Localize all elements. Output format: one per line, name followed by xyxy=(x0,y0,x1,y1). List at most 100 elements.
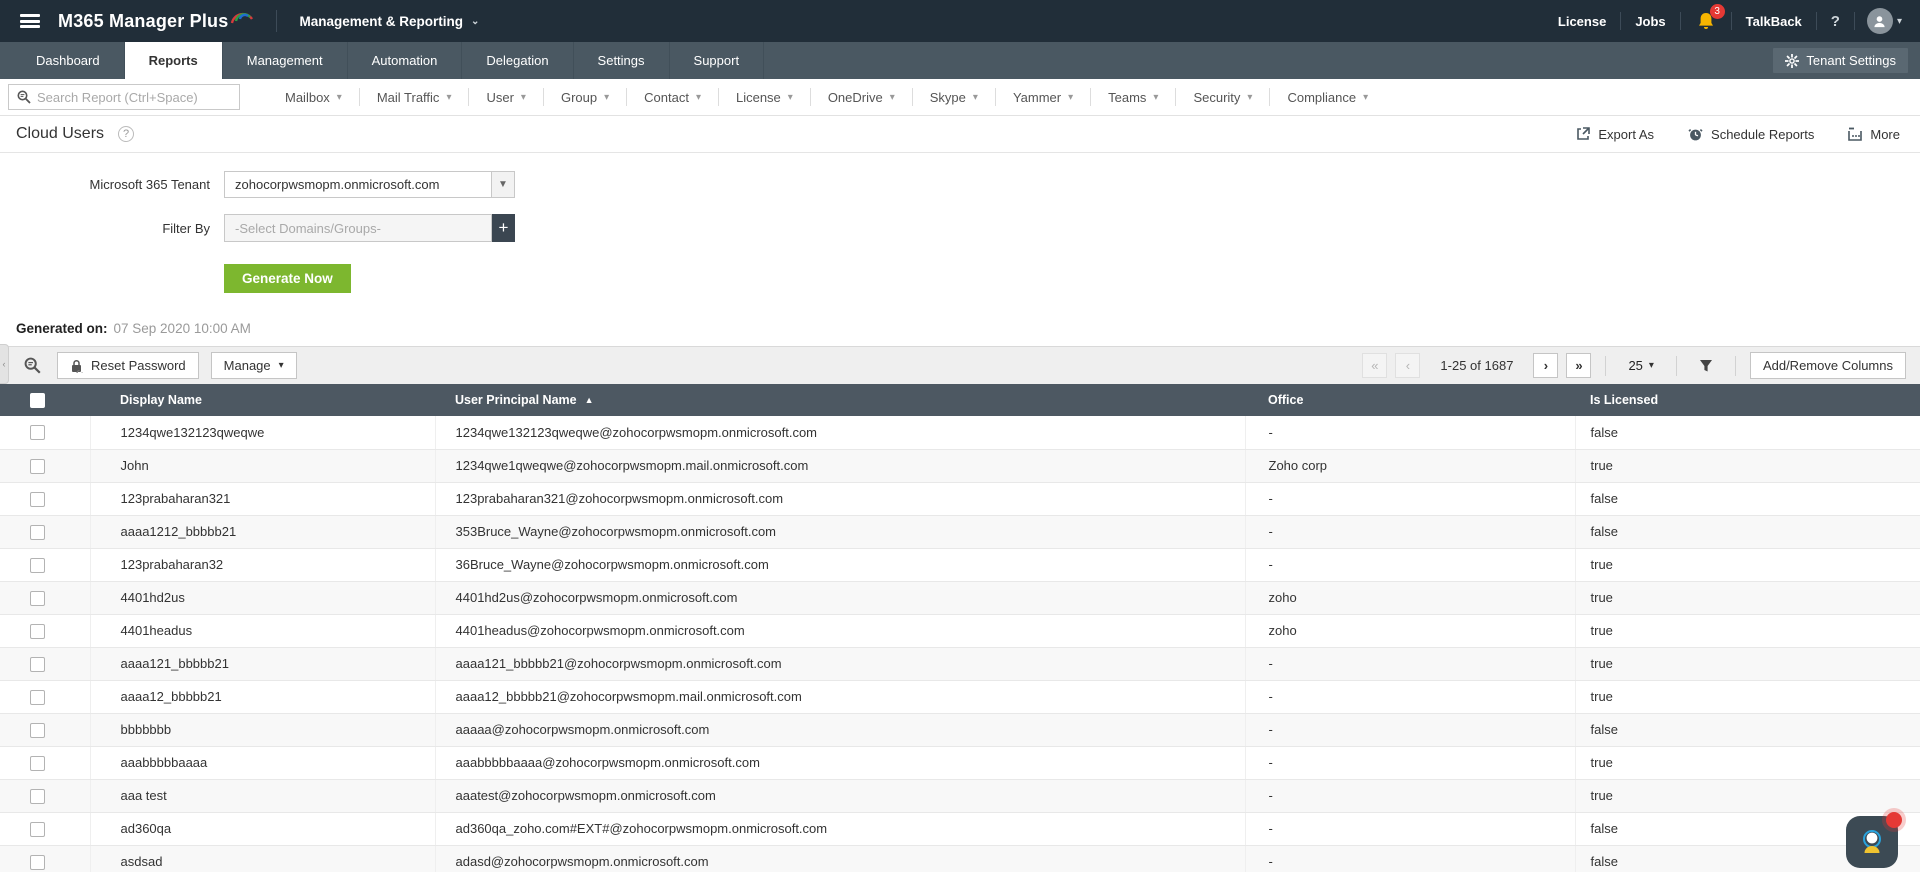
cell-display-name: 4401headus xyxy=(90,614,436,648)
lock-icon xyxy=(72,359,83,373)
tenant-settings-button[interactable]: Tenant Settings xyxy=(1773,48,1908,73)
report-menu-teams[interactable]: Teams ▾ xyxy=(1091,88,1177,106)
tab-dashboard[interactable]: Dashboard xyxy=(12,42,125,79)
hamburger-menu-icon[interactable] xyxy=(20,14,40,28)
row-checkbox[interactable] xyxy=(30,788,45,804)
cell-display-name: 1234qwe132123qweqwe xyxy=(90,416,436,450)
cell-office: zoho xyxy=(1245,581,1576,615)
report-menu-group[interactable]: Group ▾ xyxy=(544,88,628,106)
report-menu-compliance[interactable]: Compliance ▾ xyxy=(1270,88,1385,106)
row-checkbox[interactable] xyxy=(30,491,45,507)
generate-now-button[interactable]: Generate Now xyxy=(224,264,351,293)
search-report-input[interactable] xyxy=(37,89,231,105)
report-menu-contact[interactable]: Contact ▾ xyxy=(627,88,719,106)
add-remove-columns-button[interactable]: Add/Remove Columns xyxy=(1749,352,1906,379)
top-bar: M365 Manager Plus Management & Reporting… xyxy=(0,0,1920,42)
row-checkbox[interactable] xyxy=(30,557,45,573)
report-search[interactable] xyxy=(8,84,240,110)
cell-is-licensed: false xyxy=(1575,416,1920,450)
column-is-licensed[interactable]: Is Licensed xyxy=(1575,384,1920,416)
tab-settings[interactable]: Settings xyxy=(574,42,670,79)
row-checkbox[interactable] xyxy=(30,458,45,474)
cell-office: - xyxy=(1245,482,1576,516)
row-checkbox[interactable] xyxy=(30,623,45,639)
cell-display-name: aaa test xyxy=(90,779,436,813)
pagination-prev-button[interactable]: ‹ xyxy=(1395,353,1421,378)
generated-on: Generated on: 07 Sep 2020 10:00 AM xyxy=(16,321,1920,336)
select-all-checkbox[interactable] xyxy=(30,392,45,408)
filter-funnel-icon[interactable] xyxy=(1691,359,1721,373)
table-row: bbbbbbb aaaaa@zohocorpwsmopm.onmicrosoft… xyxy=(0,713,1920,747)
schedule-reports-button[interactable]: Schedule Reports xyxy=(1688,127,1814,142)
report-menu-user[interactable]: User ▾ xyxy=(469,88,544,106)
select-all-header xyxy=(0,384,90,416)
cell-display-name: John xyxy=(90,449,436,483)
cell-is-licensed: true xyxy=(1575,449,1920,483)
report-menu-onedrive[interactable]: OneDrive ▾ xyxy=(811,88,913,106)
cell-office: - xyxy=(1245,746,1576,780)
row-checkbox[interactable] xyxy=(30,524,45,540)
more-button[interactable]: More xyxy=(1848,127,1900,142)
cell-office: - xyxy=(1245,713,1576,747)
report-menu-mailbox[interactable]: Mailbox ▾ xyxy=(268,88,360,106)
report-menu-yammer[interactable]: Yammer ▾ xyxy=(996,88,1092,106)
row-checkbox[interactable] xyxy=(30,755,45,771)
page-title: Cloud Users xyxy=(16,125,105,142)
reset-password-button[interactable]: Reset Password xyxy=(57,352,199,379)
report-menu-skype[interactable]: Skype ▾ xyxy=(913,88,996,106)
help-icon[interactable]: ? xyxy=(1817,13,1854,30)
tenant-select[interactable]: zohocorpwsmopm.onmicrosoft.com ▼ xyxy=(224,171,515,198)
domains-groups-input[interactable]: -Select Domains/Groups- xyxy=(224,214,492,242)
chevron-down-icon[interactable]: ▾ xyxy=(1897,16,1902,27)
table-search-icon[interactable] xyxy=(24,357,41,374)
sidebar-collapse-handle[interactable]: ‹ xyxy=(0,344,9,384)
divider xyxy=(276,10,278,32)
pagination-next-button[interactable]: › xyxy=(1533,353,1559,378)
support-chat-widget[interactable] xyxy=(1846,812,1902,868)
cell-is-licensed: false xyxy=(1575,482,1920,516)
table-row: ad360qa ad360qa_zoho.com#EXT#@zohocorpws… xyxy=(0,812,1920,846)
row-checkbox[interactable] xyxy=(30,590,45,606)
chevron-down-icon: ▾ xyxy=(787,91,793,103)
main-tabs: Dashboard Reports Management Automation Dele… xyxy=(12,42,765,79)
row-checkbox[interactable] xyxy=(30,854,45,870)
page-size-selector[interactable]: 25 ▾ xyxy=(1620,358,1662,373)
tab-support[interactable]: Support xyxy=(670,42,765,79)
add-filter-button[interactable]: + xyxy=(492,214,515,242)
user-avatar[interactable] xyxy=(1866,8,1893,34)
row-checkbox[interactable] xyxy=(30,722,45,738)
export-as-button[interactable]: Export As xyxy=(1576,127,1654,142)
table-row: aaaa1212_bbbbb21 353Bruce_Wayne@zohocorp… xyxy=(0,515,1920,549)
report-menu-mail-traffic[interactable]: Mail Traffic ▾ xyxy=(360,88,470,106)
row-checkbox[interactable] xyxy=(30,425,45,441)
report-help-icon[interactable]: ? xyxy=(118,126,135,142)
tab-management[interactable]: Management xyxy=(223,42,348,79)
cell-is-licensed: true xyxy=(1575,680,1920,714)
chevron-down-icon[interactable]: ▼ xyxy=(492,171,515,198)
cell-is-licensed: true xyxy=(1575,647,1920,681)
report-menu-license[interactable]: License ▾ xyxy=(719,88,811,106)
row-checkbox[interactable] xyxy=(30,821,45,837)
cell-is-licensed: false xyxy=(1575,713,1920,747)
notifications-bell-icon[interactable]: 3 xyxy=(1681,3,1731,31)
cell-office: - xyxy=(1245,812,1576,846)
talkback-link[interactable]: TalkBack xyxy=(1732,14,1816,29)
manage-dropdown-button[interactable]: Manage ▾ xyxy=(210,352,297,379)
license-link[interactable]: License xyxy=(1544,14,1620,29)
tab-automation[interactable]: Automation xyxy=(348,42,463,79)
report-menu-security[interactable]: Security ▾ xyxy=(1176,88,1271,106)
cell-is-licensed: false xyxy=(1575,515,1920,549)
main-nav: Dashboard Reports Management Automation Dele… xyxy=(0,42,1920,79)
tenant-label: Microsoft 365 Tenant xyxy=(89,177,210,192)
pagination-last-button[interactable]: » xyxy=(1566,353,1592,378)
column-user-principal-name[interactable]: User Principal Name ▲ xyxy=(435,384,1245,416)
column-office[interactable]: Office xyxy=(1245,384,1575,416)
tab-delegation[interactable]: Delegation xyxy=(462,42,574,79)
context-switcher[interactable]: Management & Reporting ⌄ xyxy=(299,14,479,29)
row-checkbox[interactable] xyxy=(30,689,45,705)
row-checkbox[interactable] xyxy=(30,656,45,672)
pagination-first-button[interactable]: « xyxy=(1362,353,1388,378)
tab-reports[interactable]: Reports xyxy=(124,42,223,79)
jobs-link[interactable]: Jobs xyxy=(1621,14,1679,29)
column-display-name[interactable]: Display Name xyxy=(90,384,435,416)
